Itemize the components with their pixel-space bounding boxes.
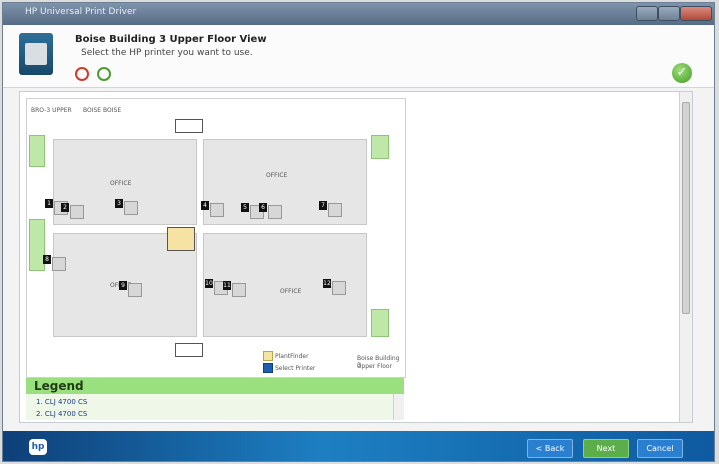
- printer-marker[interactable]: 7: [319, 201, 343, 217]
- map-label: BOISE BOISE: [83, 107, 122, 114]
- legend-scrollbar[interactable]: [393, 394, 404, 420]
- legend-item[interactable]: 1. CLJ 4700 CS: [36, 398, 87, 406]
- close-button[interactable]: [680, 6, 712, 21]
- printer-number: 2: [61, 203, 69, 212]
- printer-icon: [232, 283, 246, 297]
- stair-area: [371, 309, 389, 337]
- legend-item[interactable]: 2. CLJ 4700 CS: [36, 410, 87, 418]
- key-swatch-blue: [263, 363, 273, 373]
- printer-marker[interactable]: 9: [119, 281, 143, 297]
- printer-icon: [210, 203, 224, 217]
- maximize-button[interactable]: [658, 6, 680, 21]
- stair-area: [29, 135, 45, 167]
- refresh-icon[interactable]: [97, 67, 111, 81]
- printer-number: 1: [45, 199, 53, 208]
- page-subtitle: Select the HP printer you want to use.: [81, 48, 253, 58]
- legend-list[interactable]: 1. CLJ 4700 CS 2. CLJ 4700 CS: [26, 394, 404, 420]
- key-label: Select Printer: [275, 365, 316, 372]
- key-label: PlantFinder: [275, 353, 309, 360]
- printer-icon: [52, 257, 66, 271]
- printer-marker[interactable]: 12: [323, 279, 347, 295]
- room-label: OFFICE: [280, 288, 302, 295]
- printer-number: 4: [201, 201, 209, 210]
- undo-icon[interactable]: [75, 67, 89, 81]
- legend-header: Legend: [26, 378, 404, 394]
- printer-number: 10: [205, 279, 213, 288]
- printer-icon: [328, 203, 342, 217]
- stair-area: [371, 135, 389, 159]
- printer-icon: [332, 281, 346, 295]
- key-swatch-yellow: [263, 351, 273, 361]
- printer-marker[interactable]: 3: [115, 199, 139, 215]
- door-marker: [175, 343, 203, 357]
- title-bar: HP Universal Print Driver: [3, 3, 714, 25]
- printer-number: 12: [323, 279, 331, 288]
- map-label: BRO-3 UPPER: [31, 107, 72, 114]
- printer-icon: [268, 205, 282, 219]
- back-button[interactable]: < Back: [527, 439, 573, 458]
- hp-logo-marker: [167, 227, 195, 251]
- printer-marker[interactable]: 8: [43, 255, 67, 271]
- printer-number: 11: [223, 281, 231, 290]
- printer-icon: [124, 201, 138, 215]
- printer-marker[interactable]: 2: [61, 203, 85, 219]
- map-note: Upper Floor: [357, 363, 393, 370]
- printer-app-icon: [19, 33, 53, 75]
- legend-title: Legend: [34, 379, 84, 393]
- floor-plan-panel: BRO-3 UPPER BOISE BOISE OFFICE OFFICE OF…: [19, 91, 693, 423]
- cancel-button[interactable]: Cancel: [637, 439, 683, 458]
- printer-icon: [70, 205, 84, 219]
- next-button[interactable]: Next: [583, 439, 629, 458]
- checkmark-icon: ✓: [672, 63, 692, 83]
- window-title: HP Universal Print Driver: [25, 7, 137, 17]
- printer-icon: [25, 43, 47, 65]
- minimize-button[interactable]: [636, 6, 658, 21]
- printer-number: 7: [319, 201, 327, 210]
- wizard-footer: hp < Back Next Cancel: [3, 431, 714, 461]
- printer-marker[interactable]: 11: [223, 281, 247, 297]
- room-label: OFFICE: [266, 172, 288, 179]
- printer-number: 9: [119, 281, 127, 290]
- printer-marker[interactable]: 6: [259, 203, 283, 219]
- page-title: Boise Building 3 Upper Floor View: [75, 34, 267, 45]
- printer-number: 5: [241, 203, 249, 212]
- printer-marker[interactable]: 4: [201, 201, 225, 217]
- room-label: OFFICE: [110, 180, 132, 187]
- scrollbar-thumb[interactable]: [682, 102, 690, 314]
- printer-number: 3: [115, 199, 123, 208]
- printer-number: 8: [43, 255, 51, 264]
- panel-scrollbar[interactable]: [679, 92, 692, 422]
- door-marker: [175, 119, 203, 133]
- floor-plan-map[interactable]: BRO-3 UPPER BOISE BOISE OFFICE OFFICE OF…: [26, 98, 406, 378]
- wizard-header: Boise Building 3 Upper Floor View Select…: [3, 25, 714, 88]
- printer-number: 6: [259, 203, 267, 212]
- hp-logo: hp: [29, 439, 47, 455]
- wizard-window: HP Universal Print Driver Boise Building…: [2, 2, 715, 462]
- printer-icon: [128, 283, 142, 297]
